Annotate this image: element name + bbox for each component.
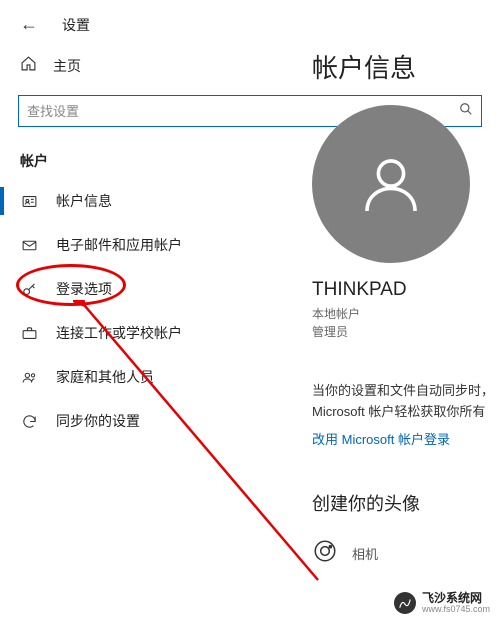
watermark-url: www.fs0745.com <box>422 605 490 615</box>
nav-label: 帐户信息 <box>56 191 112 211</box>
settings-title: 设置 <box>62 15 90 35</box>
account-role: 管理员 <box>312 323 500 341</box>
back-icon[interactable]: ← <box>20 14 38 35</box>
nav-label: 同步你的设置 <box>56 411 140 431</box>
nav-label: 家庭和其他人员 <box>56 367 154 387</box>
nav-label: 电子邮件和应用帐户 <box>56 235 182 255</box>
content-title: 帐户信息 <box>312 48 500 85</box>
mail-icon <box>20 236 38 254</box>
key-icon <box>20 280 38 298</box>
briefcase-icon <box>20 324 38 342</box>
sync-description: 当你的设置和文件自动同步时， Microsoft 帐户轻松获取你所有 <box>312 381 500 423</box>
camera-label: 相机 <box>352 544 378 563</box>
camera-option[interactable]: 相机 <box>312 538 500 569</box>
watermark: 飞沙系统网 www.fs0745.com <box>394 592 490 615</box>
people-icon <box>20 368 38 386</box>
home-icon <box>20 55 37 77</box>
watermark-logo-icon <box>394 592 416 614</box>
avatar <box>312 105 470 263</box>
username: THINKPAD <box>312 279 500 301</box>
nav-label: 登录选项 <box>56 279 112 299</box>
create-avatar-title: 创建你的头像 <box>312 490 500 516</box>
ms-account-link[interactable]: 改用 Microsoft 帐户登录 <box>312 429 500 448</box>
camera-icon <box>312 538 338 569</box>
home-label: 主页 <box>53 56 81 76</box>
account-type: 本地帐户 <box>312 305 500 323</box>
id-card-icon <box>20 192 38 210</box>
sync-icon <box>20 412 38 430</box>
nav-label: 连接工作或学校帐户 <box>56 323 182 343</box>
